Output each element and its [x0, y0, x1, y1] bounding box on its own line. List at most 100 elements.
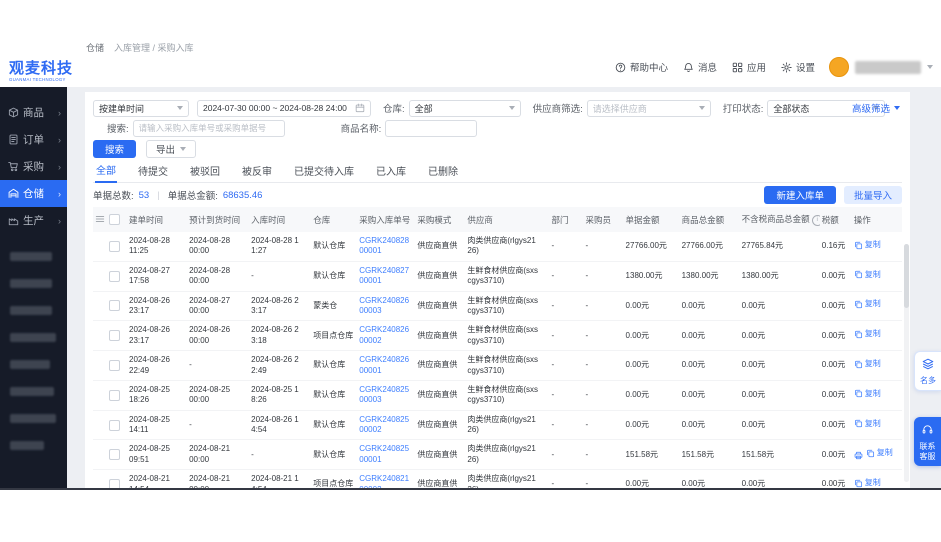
- table-scrollbar[interactable]: [904, 244, 909, 482]
- create-inbound-button[interactable]: 新建入库单: [764, 186, 836, 204]
- user-menu[interactable]: [829, 57, 933, 77]
- row-checkbox[interactable]: [109, 271, 120, 282]
- inbound-order-link[interactable]: CGRK240825 00001: [359, 444, 413, 465]
- row-checkbox[interactable]: [109, 300, 120, 311]
- sidebar-item-生产[interactable]: 生产›: [0, 207, 67, 234]
- inbound-order-link[interactable]: CGRK240826 00001: [359, 355, 413, 376]
- print-icon[interactable]: [854, 451, 863, 460]
- cell-supplier: 肉类供应商(rlgys21 26): [465, 410, 549, 440]
- copy-action[interactable]: 复制: [854, 299, 881, 309]
- copy-action[interactable]: 复制: [854, 419, 881, 429]
- inbound-order-link[interactable]: CGRK240825 00003: [359, 385, 413, 406]
- tab-已提交待入库[interactable]: 已提交待入库: [293, 163, 355, 182]
- supplier-label: 供应商筛选:: [533, 101, 583, 115]
- header-checkbox[interactable]: [109, 214, 120, 225]
- row-checkbox[interactable]: [109, 479, 120, 488]
- table-lines-icon[interactable]: [95, 214, 105, 224]
- copy-action[interactable]: 复制: [854, 329, 881, 339]
- contact-support-widget[interactable]: 联系客服: [914, 417, 941, 466]
- search-button[interactable]: 搜索: [93, 140, 136, 158]
- cell-amount: 0.00元: [624, 351, 680, 381]
- assistant-widget[interactable]: 名多: [914, 351, 941, 391]
- copy-action[interactable]: 复制: [854, 389, 881, 399]
- top-action-应用[interactable]: 应用: [732, 60, 766, 74]
- column-header-dept: 部门: [549, 207, 583, 232]
- search-input[interactable]: [133, 120, 285, 137]
- cell-tax: 0.00元: [820, 380, 852, 410]
- cell-notax_amount: 0.00元: [740, 351, 820, 381]
- supplier-select[interactable]: 请选择供应商: [587, 100, 711, 117]
- date-range-input[interactable]: 2024-07-30 00:00 ~ 2024-08-28 24:00: [197, 100, 371, 117]
- top-action-消息[interactable]: 消息: [683, 60, 717, 74]
- time-type-select[interactable]: 按建单时间: [93, 100, 189, 117]
- top-action-设置[interactable]: 设置: [781, 60, 815, 74]
- logo[interactable]: 观麦科技 GUANMAI TECHNOLOGY: [9, 61, 83, 84]
- chevron-right-icon: ›: [58, 135, 61, 145]
- cell-created: 2024-08-25 09:51: [127, 440, 187, 470]
- cell-inbound: 2024-08-25 1 8:26: [249, 380, 311, 410]
- tab-被反审[interactable]: 被反审: [241, 163, 273, 182]
- row-checkbox[interactable]: [109, 241, 120, 252]
- sidebar-item-订单[interactable]: 订单›: [0, 126, 67, 153]
- inbound-order-link[interactable]: CGRK240826 00003: [359, 296, 413, 317]
- avatar[interactable]: [829, 57, 849, 77]
- advanced-filter-link[interactable]: 高级筛选: [852, 101, 900, 115]
- cell-amount: 0.00元: [624, 380, 680, 410]
- date-range-value: 2024-07-30 00:00 ~ 2024-08-28 24:00: [203, 103, 347, 113]
- sidebar-item-label: 采购: [23, 159, 44, 174]
- sidebar-item-采购[interactable]: 采购›: [0, 153, 67, 180]
- inbound-order-link[interactable]: CGRK240828 00001: [359, 236, 413, 257]
- top-action-帮助中心[interactable]: 帮助中心: [615, 60, 668, 74]
- cell-amount: 151.58元: [624, 440, 680, 470]
- copy-action[interactable]: 复制: [854, 240, 881, 250]
- tab-待提交[interactable]: 待提交: [137, 163, 169, 182]
- cell-inbound: 2024-08-26 1 4:54: [249, 410, 311, 440]
- inbound-order-link[interactable]: CGRK240827 00001: [359, 266, 413, 287]
- copy-action[interactable]: 复制: [854, 359, 881, 369]
- headset-icon: [922, 424, 933, 435]
- row-checkbox[interactable]: [109, 330, 120, 341]
- column-label: 采购员: [586, 215, 612, 225]
- copy-action[interactable]: 复制: [854, 478, 881, 488]
- tab-已入库[interactable]: 已入库: [375, 163, 407, 182]
- cell-expand: [93, 410, 107, 440]
- column-header-action: 操作: [852, 207, 902, 232]
- cell-expand: [93, 321, 107, 351]
- sidebar-redacted-section: [0, 252, 67, 450]
- row-checkbox[interactable]: [109, 449, 120, 460]
- cell-created: 2024-08-26 23:17: [127, 291, 187, 321]
- inbound-order-link[interactable]: CGRK240826 00002: [359, 325, 413, 346]
- warehouse-icon: [8, 188, 19, 199]
- app-window: 观麦科技 GUANMAI TECHNOLOGY 仓储 入库管理 / 采购入库 帮…: [0, 35, 941, 490]
- tab-全部[interactable]: 全部: [95, 162, 117, 183]
- sidebar-item-redacted: [10, 279, 52, 288]
- copy-action[interactable]: 复制: [866, 448, 893, 458]
- cell-goods_amount: 151.58元: [680, 440, 740, 470]
- top-action-label: 帮助中心: [630, 60, 668, 74]
- logo-title: 观麦科技: [9, 61, 83, 77]
- product-name-input[interactable]: [385, 120, 477, 137]
- cell-supplier: 生鲜食材供应商(sxs cgys3710): [465, 291, 549, 321]
- inbound-order-link[interactable]: CGRK240825 00002: [359, 415, 413, 436]
- sidebar-item-redacted: [10, 360, 50, 369]
- copy-action[interactable]: 复制: [854, 270, 881, 280]
- row-checkbox[interactable]: [109, 390, 120, 401]
- inbound-order-link[interactable]: CGRK240821 00002: [359, 474, 413, 488]
- sidebar-item-仓储[interactable]: 仓储›: [0, 180, 67, 207]
- chevron-down-icon: [509, 106, 515, 110]
- cell-warehouse: 默认仓库: [311, 351, 357, 381]
- warehouse-select[interactable]: 全部: [409, 100, 521, 117]
- batch-import-button[interactable]: 批量导入: [844, 186, 902, 204]
- row-checkbox[interactable]: [109, 360, 120, 371]
- tab-已删除[interactable]: 已删除: [427, 163, 459, 182]
- cell-expand: [93, 261, 107, 291]
- export-button[interactable]: 导出: [146, 140, 196, 158]
- row-checkbox[interactable]: [109, 420, 120, 431]
- tab-被驳回[interactable]: 被驳回: [189, 163, 221, 182]
- column-header-supplier: 供应商: [465, 207, 549, 232]
- sidebar-item-商品[interactable]: 商品›: [0, 99, 67, 126]
- scrollbar-thumb[interactable]: [904, 244, 909, 308]
- advanced-filter-label: 高级筛选: [852, 101, 890, 115]
- info-icon[interactable]: i: [812, 215, 820, 226]
- copy-label: 复制: [865, 389, 881, 399]
